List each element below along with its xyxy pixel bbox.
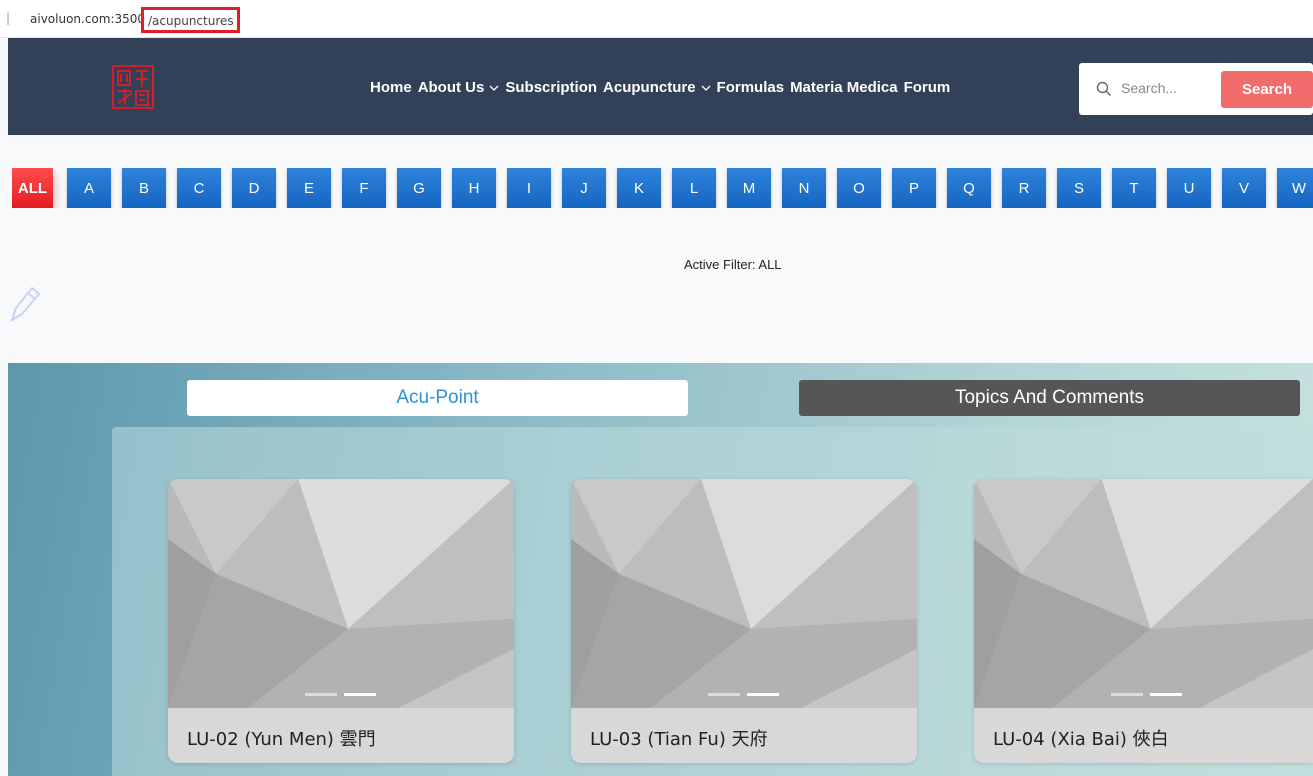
filter-letter-v[interactable]: V	[1222, 168, 1266, 208]
nav-materia-medica-label: Materia Medica	[790, 79, 898, 96]
tab-topics-and-comments[interactable]: Topics And Comments	[799, 380, 1300, 416]
nav-forum-label: Forum	[903, 79, 951, 96]
nav-subscription-label: Subscription	[505, 79, 598, 96]
nav-home[interactable]: Home	[370, 79, 412, 96]
chinese-seal-logo-icon[interactable]	[112, 65, 154, 109]
filter-letter-w[interactable]: W	[1277, 168, 1313, 208]
filter-letter-n[interactable]: N	[782, 168, 826, 208]
card-title: LU-03 (Tian Fu) 天府	[590, 729, 768, 750]
filter-letter-c[interactable]: C	[177, 168, 221, 208]
carousel-indicator	[708, 693, 779, 696]
acupoint-card[interactable]: LU-03 (Tian Fu) 天府	[571, 479, 917, 763]
carousel-indicator	[305, 693, 376, 696]
site-header: Home About Us Subscription Acupuncture F…	[8, 38, 1313, 135]
filter-letter-g[interactable]: G	[397, 168, 441, 208]
filter-letter-d[interactable]: D	[232, 168, 276, 208]
chevron-down-icon	[701, 85, 711, 91]
active-filter-label: Active Filter: ALL	[684, 257, 782, 272]
filter-letter-j[interactable]: J	[562, 168, 606, 208]
content-section: Acu-Point Topics And Comments LU-02 (Yun…	[8, 363, 1313, 776]
search-icon	[1096, 81, 1111, 96]
main-nav: Home About Us Subscription Acupuncture F…	[370, 79, 956, 96]
filter-letter-a[interactable]: A	[67, 168, 111, 208]
filter-letter-l[interactable]: L	[672, 168, 716, 208]
filter-letter-s[interactable]: S	[1057, 168, 1101, 208]
filter-all[interactable]: ALL	[12, 168, 53, 208]
card-image	[168, 479, 514, 708]
search-box: Search	[1079, 63, 1313, 115]
carousel-indicator	[1111, 693, 1182, 696]
carousel-dot-active[interactable]	[747, 693, 779, 696]
filter-letter-u[interactable]: U	[1167, 168, 1211, 208]
url-host: aivoluon.com:3500	[30, 12, 146, 26]
filter-letter-i[interactable]: I	[507, 168, 551, 208]
carousel-dot-active[interactable]	[344, 693, 376, 696]
carousel-dot[interactable]	[1111, 693, 1143, 696]
pencil-icon[interactable]	[8, 282, 42, 324]
nav-about-us[interactable]: About Us	[418, 79, 500, 96]
nav-formulas-label: Formulas	[716, 79, 785, 96]
card-image	[974, 479, 1313, 708]
nav-formulas[interactable]: Formulas	[717, 79, 785, 96]
url-path-highlight: /acupunctures	[141, 7, 240, 33]
card-title: LU-02 (Yun Men) 雲門	[187, 729, 376, 750]
carousel-dot[interactable]	[305, 693, 337, 696]
nav-acupuncture-label: Acupuncture	[603, 79, 696, 96]
filter-letter-t[interactable]: T	[1112, 168, 1156, 208]
search-button[interactable]: Search	[1221, 71, 1313, 108]
nav-home-label: Home	[370, 79, 412, 96]
filter-letter-f[interactable]: F	[342, 168, 386, 208]
filter-letter-o[interactable]: O	[837, 168, 881, 208]
card-title: LU-04 (Xia Bai) 俠白	[993, 729, 1169, 750]
carousel-dot[interactable]	[708, 693, 740, 696]
filter-letter-q[interactable]: Q	[947, 168, 991, 208]
nav-about-us-label: About Us	[417, 79, 485, 96]
filter-letter-m[interactable]: M	[727, 168, 771, 208]
card-image	[571, 479, 917, 708]
chevron-down-icon	[489, 85, 499, 91]
filter-letter-e[interactable]: E	[287, 168, 331, 208]
search-input[interactable]	[1121, 77, 1211, 99]
acupoint-card[interactable]: LU-02 (Yun Men) 雲門	[168, 479, 514, 763]
tab-acu-point[interactable]: Acu-Point	[187, 380, 688, 416]
nav-forum[interactable]: Forum	[904, 79, 951, 96]
letter-filter-bar: ALL A B C D E F G H I J K L M N O P Q R …	[12, 168, 1313, 208]
filter-letter-k[interactable]: K	[617, 168, 661, 208]
acupoint-card[interactable]: LU-04 (Xia Bai) 俠白	[974, 479, 1313, 763]
filter-letter-p[interactable]: P	[892, 168, 936, 208]
filter-letter-r[interactable]: R	[1002, 168, 1046, 208]
filter-letter-h[interactable]: H	[452, 168, 496, 208]
carousel-dot-active[interactable]	[1150, 693, 1182, 696]
browser-url-bar[interactable]: | aivoluon.com:3500 /acupunctures	[0, 0, 1313, 38]
url-separator: |	[6, 11, 11, 25]
nav-subscription[interactable]: Subscription	[505, 79, 597, 96]
filter-letter-b[interactable]: B	[122, 168, 166, 208]
nav-acupuncture[interactable]: Acupuncture	[603, 79, 711, 96]
nav-materia-medica[interactable]: Materia Medica	[790, 79, 898, 96]
